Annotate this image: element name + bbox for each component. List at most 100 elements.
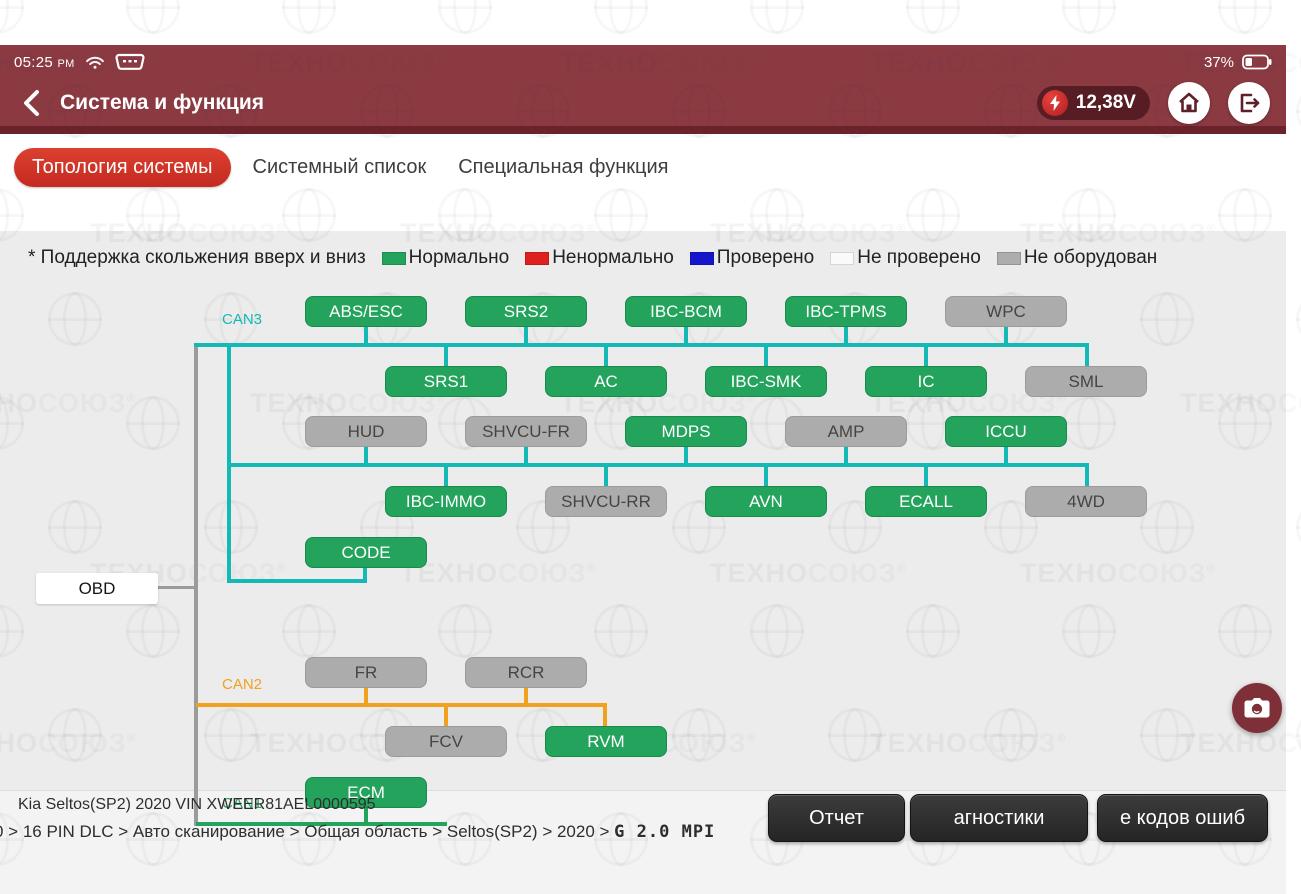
bus-line	[1085, 463, 1089, 488]
bus-line	[684, 445, 688, 465]
node-wpc[interactable]: WPC	[945, 296, 1067, 327]
watermark-globe	[594, 0, 648, 34]
report-button[interactable]: Отчет	[768, 794, 905, 842]
battery-icon	[1242, 54, 1272, 70]
node-ibc-immo[interactable]: IBC-IMMO	[385, 486, 507, 517]
node-obd[interactable]: OBD	[36, 573, 158, 604]
bus-line	[924, 345, 928, 366]
exit-button[interactable]	[1228, 82, 1270, 124]
bus-line	[364, 445, 368, 465]
bus-line	[924, 465, 928, 486]
node-hud[interactable]: HUD	[305, 416, 427, 447]
bus-label-can2: CAN2	[222, 676, 262, 693]
system-topology-diagram: CAN3CAN2CAN1ABS/ESCSRS2IBC-BCMIBC-TPMSWP…	[0, 231, 1286, 835]
diagnostics-button[interactable]: агностики	[910, 794, 1088, 842]
bus-line	[157, 586, 194, 589]
bus-line	[764, 465, 768, 486]
breadcrumb: 0 > 16 PIN DLC > Авто сканирование > Общ…	[0, 822, 715, 842]
lightning-icon	[1042, 90, 1068, 116]
back-button[interactable]	[16, 88, 46, 118]
node-sml[interactable]: SML	[1025, 366, 1147, 397]
node-avn[interactable]: AVN	[705, 486, 827, 517]
bus-line	[603, 703, 607, 726]
bus-line	[764, 345, 768, 366]
node-iccu[interactable]: ICCU	[945, 416, 1067, 447]
node-fr[interactable]: FR	[305, 657, 427, 688]
bus-line	[444, 465, 448, 486]
wifi-icon	[85, 54, 105, 70]
engine-variant: G 2.0 MPI	[614, 822, 715, 842]
watermark-globe	[1296, 708, 1301, 762]
node-ecall[interactable]: ECALL	[865, 486, 987, 517]
battery-voltage-pill: 12,38V	[1037, 86, 1150, 120]
bus-line	[1004, 445, 1008, 465]
watermark-globe	[1062, 0, 1116, 34]
node-amp[interactable]: AMP	[785, 416, 907, 447]
node-code[interactable]: CODE	[305, 537, 427, 568]
tab-special-function[interactable]: Специальная функция	[448, 148, 678, 187]
node-rvm[interactable]: RVM	[545, 726, 667, 757]
battery-percent: 37%	[1204, 54, 1234, 71]
bus-line	[1004, 326, 1008, 345]
tab-topology[interactable]: Топология системы	[14, 148, 231, 187]
node-shvcu-rr[interactable]: SHVCU-RR	[545, 486, 667, 517]
node-ibc-tpms[interactable]: IBC-TPMS	[785, 296, 907, 327]
bus-line	[524, 326, 528, 345]
bus-line	[604, 345, 608, 366]
clock: 05:25 PM	[14, 54, 75, 71]
watermark-globe	[438, 0, 492, 34]
bus-line	[194, 343, 1089, 347]
status-bar: 05:25 PM	[0, 45, 1286, 79]
title-bar: Система и функция 12,38V	[0, 79, 1286, 126]
node-fcv[interactable]: FCV	[385, 726, 507, 757]
bus-line	[227, 579, 367, 583]
vehicle-info: Kia Seltos(SP2) 2020 VIN XWEER81AEL00005…	[18, 796, 376, 814]
home-button[interactable]	[1168, 82, 1210, 124]
node-ic[interactable]: IC	[865, 366, 987, 397]
header-shadow-strip	[0, 126, 1286, 134]
bottom-bar: Kia Seltos(SP2) 2020 VIN XWEER81AEL00005…	[0, 790, 1286, 894]
voltage-value: 12,38V	[1076, 92, 1136, 114]
bus-line	[844, 445, 848, 465]
diagnostic-app-screen: 05:25 PM	[0, 0, 1301, 894]
bus-line	[227, 463, 1089, 467]
node-rcr[interactable]: RCR	[465, 657, 587, 688]
watermark-globe	[1296, 500, 1301, 554]
bus-line	[684, 326, 688, 345]
watermark-globe	[1296, 292, 1301, 346]
bus-line	[364, 686, 368, 705]
bus-line	[844, 326, 848, 345]
bus-line	[524, 445, 528, 465]
obd-connector-icon	[115, 53, 145, 71]
bus-line	[364, 326, 368, 345]
watermark-globe	[750, 0, 804, 34]
bus-line	[444, 345, 448, 366]
node-ac[interactable]: AC	[545, 366, 667, 397]
bus-line	[194, 343, 198, 826]
bus-label-can3: CAN3	[222, 311, 262, 328]
watermark-globe	[0, 0, 24, 34]
bus-line	[524, 686, 528, 705]
node-4wd[interactable]: 4WD	[1025, 486, 1147, 517]
node-srs1[interactable]: SRS1	[385, 366, 507, 397]
tab-bar: Топология системы Системный список Специал…	[0, 134, 1286, 231]
node-mdps[interactable]: MDPS	[625, 416, 747, 447]
watermark-globe	[906, 0, 960, 34]
node-srs2[interactable]: SRS2	[465, 296, 587, 327]
tab-system-list[interactable]: Системный список	[243, 148, 437, 187]
watermark-globe	[126, 0, 180, 34]
node-abs-esc[interactable]: ABS/ESC	[305, 296, 427, 327]
node-ibc-smk[interactable]: IBC-SMK	[705, 366, 827, 397]
bus-line	[444, 705, 448, 726]
watermark-globe	[1296, 84, 1301, 138]
bus-line	[1085, 343, 1089, 368]
clear-dtc-button[interactable]: е кодов ошиб	[1097, 794, 1268, 842]
bus-line	[196, 703, 607, 707]
camera-screenshot-button[interactable]	[1232, 683, 1282, 733]
watermark-globe	[1218, 0, 1272, 34]
node-ibc-bcm[interactable]: IBC-BCM	[625, 296, 747, 327]
node-shvcu-fr[interactable]: SHVCU-FR	[465, 416, 587, 447]
bus-line	[363, 566, 367, 583]
app-window: 05:25 PM	[0, 45, 1286, 894]
page-title: Система и функция	[60, 91, 264, 115]
